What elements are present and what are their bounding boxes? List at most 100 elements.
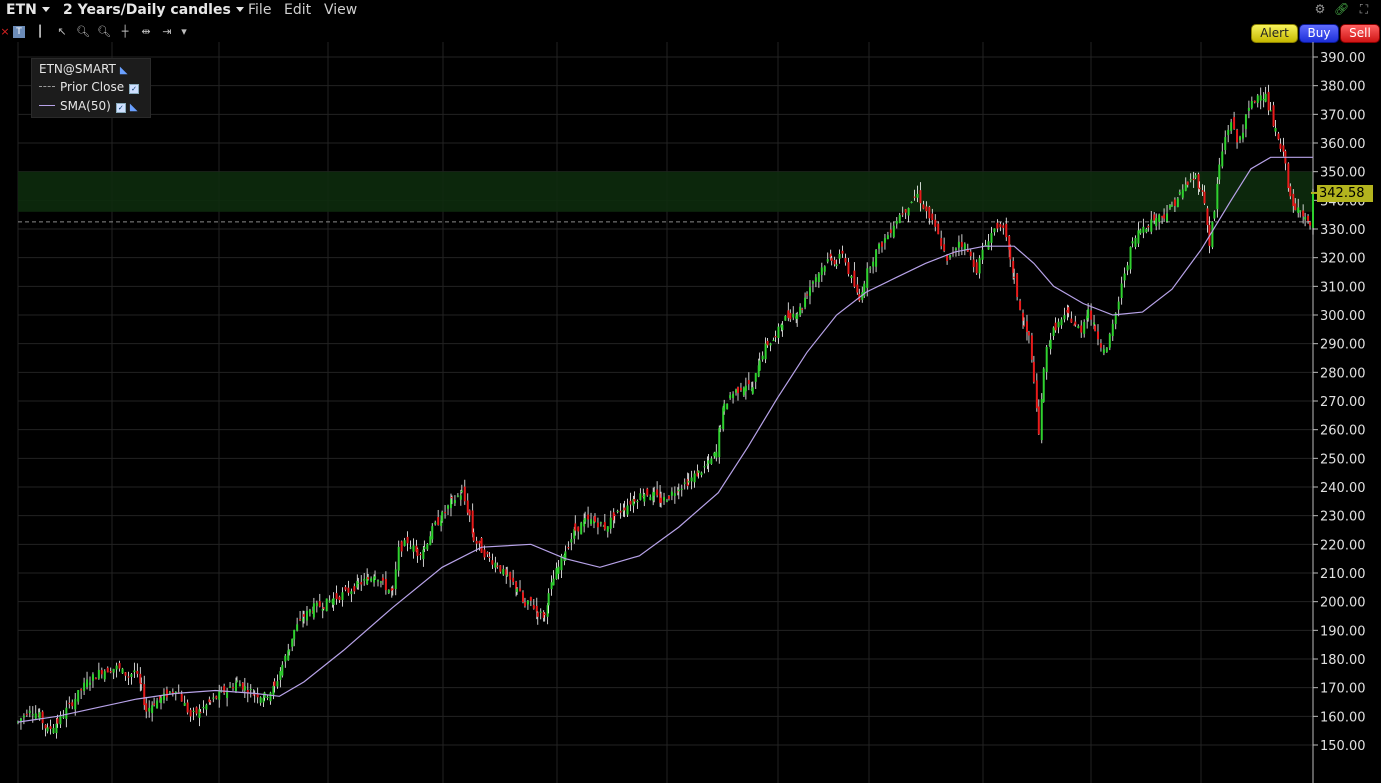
candle-body (969, 251, 972, 257)
legend-title: ETN@SMART (39, 62, 116, 76)
price-tick-label: 200.00 (1320, 596, 1366, 611)
candle-body (65, 707, 68, 719)
period-selector[interactable]: 2 Years/Daily candles (63, 1, 244, 19)
candle-body (739, 387, 742, 391)
candle-body (235, 680, 238, 682)
candle-body (1206, 208, 1209, 226)
candle-body (838, 253, 841, 259)
candle-body (940, 238, 943, 247)
pan-icon[interactable]: ⇹ (139, 25, 153, 39)
candle-body (83, 682, 86, 691)
candle-body (1147, 226, 1150, 228)
candle-body (1060, 319, 1063, 326)
candle-body (999, 224, 1002, 228)
candle-body (112, 668, 115, 673)
candle-body (1111, 323, 1114, 337)
candle-body (560, 555, 563, 571)
sell-button[interactable]: Sell (1340, 24, 1380, 43)
candle-body (456, 495, 459, 497)
candle-body (68, 702, 71, 705)
candle-body (1032, 361, 1035, 382)
gear-icon[interactable]: ⚙ (1313, 2, 1327, 16)
candle-body (892, 225, 895, 238)
candle-body (1269, 110, 1272, 112)
pin-icon[interactable]: ◣ (120, 63, 128, 79)
dropdown-icon[interactable]: ▾ (177, 25, 191, 39)
candle-body (758, 360, 761, 371)
candle-body (928, 206, 931, 219)
candle-body (384, 579, 387, 591)
alert-button[interactable]: Alert (1251, 24, 1298, 43)
candle-body (1142, 226, 1145, 233)
candle-body (143, 684, 146, 706)
period-label: 2 Years/Daily candles (63, 2, 231, 18)
candle-body (133, 670, 136, 673)
candle-body (1035, 380, 1038, 409)
text-tool-icon[interactable]: T (13, 26, 25, 38)
candle-body (25, 713, 28, 716)
zoom-out-icon[interactable]: 🔍︎ (97, 25, 111, 39)
cursor-icon[interactable]: ↖ (55, 25, 69, 39)
candle-body (387, 589, 390, 593)
close-icon[interactable]: × (0, 25, 12, 39)
crosshair-icon[interactable]: ┼ (118, 25, 132, 39)
candle-body (1267, 91, 1270, 111)
zoom-in-icon[interactable]: 🔍︎ (76, 25, 90, 39)
candle-body (1170, 205, 1173, 207)
link-icon[interactable]: 🔗︎ (1334, 2, 1349, 16)
candle-body (1198, 187, 1201, 190)
candle-body (151, 705, 154, 714)
split-icon[interactable]: ⇥ (160, 25, 174, 39)
buy-button[interactable]: Buy (1299, 24, 1339, 43)
candle-body (1023, 325, 1026, 327)
candle-body (136, 670, 139, 674)
candle-body (52, 727, 55, 734)
symbol-selector[interactable]: ETN (6, 1, 50, 19)
candle-body (171, 691, 174, 694)
pin-icon[interactable]: ◣ (130, 100, 138, 116)
candle-body (916, 193, 919, 198)
candle-body (1272, 105, 1275, 127)
candle-body (486, 552, 489, 555)
candle-body (195, 707, 198, 714)
candle-body (124, 672, 127, 676)
candle-body (761, 355, 764, 360)
candle-body (981, 249, 984, 260)
candle-body (229, 686, 232, 688)
candle-body (38, 712, 41, 719)
candle-body (847, 262, 850, 275)
menu-view[interactable]: View (324, 1, 357, 19)
candle-body (1216, 183, 1219, 210)
candle-body (844, 258, 847, 263)
candle-body (86, 679, 89, 688)
candle-body (1176, 198, 1179, 208)
candle-body (212, 697, 215, 699)
expand-icon[interactable]: ⛶ (1357, 2, 1371, 16)
prior-close-checkbox[interactable]: ✓ (129, 84, 140, 94)
candle-body (299, 618, 302, 621)
candle-body (1274, 127, 1277, 132)
candle-body (1256, 95, 1259, 103)
menu-file[interactable]: File (248, 1, 271, 19)
menu-edit[interactable]: Edit (284, 1, 311, 19)
candle-body (243, 686, 246, 691)
candle-body (943, 244, 946, 251)
bar-tool-icon[interactable]: ┃ (33, 25, 47, 39)
sma-checkbox[interactable]: ✓ (115, 103, 126, 113)
candle-body (34, 713, 37, 719)
candle-body (279, 671, 282, 680)
candle-body (1074, 321, 1077, 325)
candle-body (856, 284, 859, 293)
candle-body (291, 638, 294, 647)
candle-body (1155, 218, 1158, 227)
candle-body (764, 343, 767, 360)
candle-body (1063, 315, 1066, 320)
candle-body (853, 270, 856, 287)
candle-body (1057, 321, 1060, 328)
candle-body (910, 201, 913, 204)
candle-body (148, 707, 151, 712)
candle-body (1139, 229, 1142, 234)
price-chart[interactable]: 390.00380.00370.00360.00350.00340.00330.… (0, 42, 1381, 783)
candle-body (1302, 210, 1305, 217)
candle-body (199, 711, 202, 714)
